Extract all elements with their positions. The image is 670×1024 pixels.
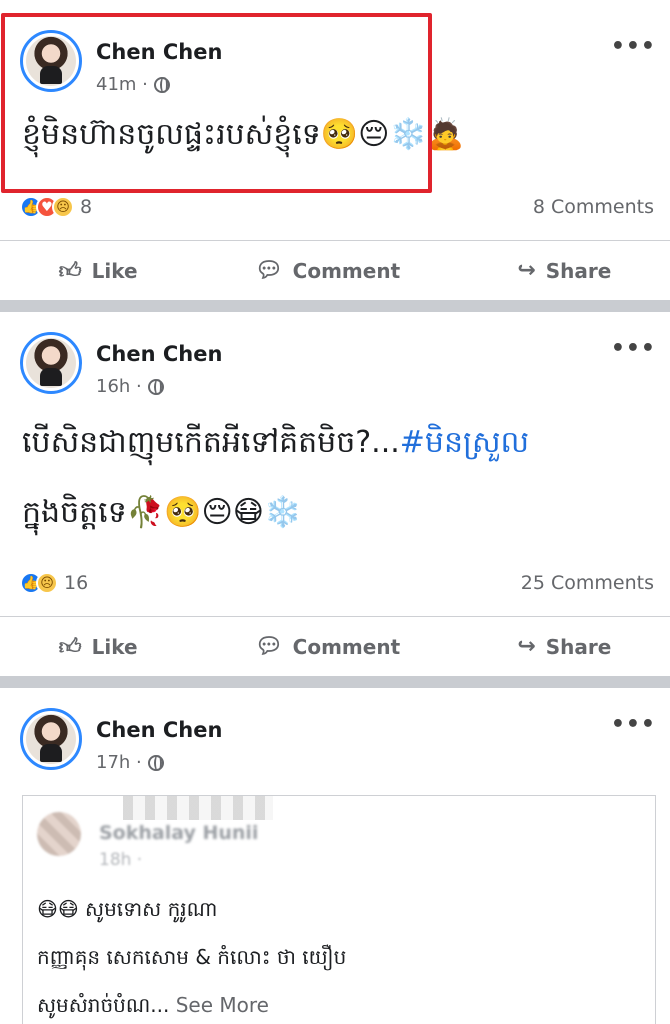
pixelated-censor bbox=[123, 796, 273, 820]
post-author[interactable]: Chen Chen bbox=[96, 718, 222, 742]
post-text-body: បើសិនជាញុមកើតអីទៅគិតមិច?... bbox=[22, 425, 400, 460]
comment-bubble-icon: 💬︎ bbox=[254, 634, 283, 659]
more-options-icon[interactable]: ••• bbox=[611, 336, 656, 361]
post-meta: 16h · bbox=[96, 376, 164, 397]
shared-text-line-2: កញ្ញាគុន សេកសោម & កំលោះ ថា យឿប bbox=[37, 945, 347, 969]
post-author[interactable]: Chen Chen bbox=[96, 342, 222, 366]
hashtag-link[interactable]: #មិនស្រួល bbox=[400, 425, 529, 460]
thumbs-up-icon: 👍︎ bbox=[58, 635, 82, 660]
sad-reaction-icon: ☹ bbox=[52, 196, 74, 218]
shared-avatar[interactable] bbox=[37, 812, 81, 856]
reactions[interactable]: 👍 ♥ ☹ 8 bbox=[20, 196, 92, 218]
shared-text-line-3-body: សូមសំរាច់បំណ... bbox=[37, 993, 170, 1017]
avatar[interactable] bbox=[20, 332, 82, 394]
post-1: Chen Chen 41m · ••• ខ្ញុំមិនហ៊ានចូលផ្ទះរ… bbox=[0, 0, 670, 300]
post-actions: 👍︎ Like 💬︎ Comment ↪ Share bbox=[0, 616, 670, 676]
post-separator bbox=[0, 300, 670, 312]
sad-reaction-icon: ☹ bbox=[36, 572, 58, 594]
post-2: Chen Chen 16h · ••• បើសិនជាញុមកើតអីទៅគិត… bbox=[0, 312, 670, 676]
shared-post[interactable]: Sokhalay Hunii 18h · 😷😷 សូមទោស កូរូណា កញ… bbox=[22, 795, 656, 1024]
comment-bubble-icon: 💬︎ bbox=[254, 258, 283, 283]
thumbs-up-icon: 👍︎ bbox=[58, 259, 82, 284]
comment-button[interactable]: 💬︎ Comment bbox=[255, 258, 400, 283]
post-time[interactable]: 16h · bbox=[96, 376, 142, 397]
reaction-count: 16 bbox=[64, 572, 89, 594]
avatar[interactable] bbox=[20, 708, 82, 770]
share-button[interactable]: ↪ Share bbox=[517, 258, 611, 283]
globe-icon bbox=[147, 754, 164, 771]
like-label: Like bbox=[91, 634, 138, 659]
globe-icon bbox=[147, 378, 164, 395]
shared-time: 18h · bbox=[99, 850, 143, 870]
comment-label: Comment bbox=[292, 258, 401, 283]
more-options-icon[interactable]: ••• bbox=[611, 34, 656, 59]
comments-count[interactable]: 25 Comments bbox=[521, 572, 654, 594]
post-meta: 17h · bbox=[96, 752, 164, 773]
post-text: បើសិនជាញុមកើតអីទៅគិតមិច?...#មិនស្រួល ក្ន… bbox=[22, 408, 650, 548]
comment-button[interactable]: 💬︎ Comment bbox=[255, 634, 400, 659]
comment-label: Comment bbox=[292, 634, 401, 659]
comments-count[interactable]: 8 Comments bbox=[533, 196, 654, 218]
reactions[interactable]: 👍 ☹ 16 bbox=[20, 572, 88, 594]
post-separator bbox=[0, 676, 670, 688]
like-label: Like bbox=[91, 258, 138, 283]
post-text-line-2: ក្នុងចិត្តទេ🥀🥺😔😷❄️ bbox=[22, 495, 302, 530]
post-actions: 👍︎ Like 💬︎ Comment ↪ Share bbox=[0, 240, 670, 300]
reaction-count: 8 bbox=[80, 196, 93, 218]
shared-text-line-1: 😷😷 សូមទោស កូរូណា bbox=[37, 897, 218, 921]
share-arrow-icon: ↪ bbox=[517, 634, 536, 659]
like-button[interactable]: 👍︎ Like bbox=[58, 633, 138, 661]
share-label: Share bbox=[545, 634, 612, 659]
shared-text-line-3: សូមសំរាច់បំណ... See More bbox=[37, 992, 269, 1022]
share-label: Share bbox=[545, 258, 612, 283]
share-arrow-icon: ↪ bbox=[517, 258, 536, 283]
post-text-line-1: បើសិនជាញុមកើតអីទៅគិតមិច?...#មិនស្រួល bbox=[22, 408, 650, 478]
highlight-box bbox=[1, 13, 432, 193]
see-more-link[interactable]: See More bbox=[176, 993, 269, 1017]
shared-author[interactable]: Sokhalay Hunii bbox=[99, 822, 258, 844]
more-options-icon[interactable]: ••• bbox=[611, 712, 656, 737]
post-time[interactable]: 17h · bbox=[96, 752, 142, 773]
share-button[interactable]: ↪ Share bbox=[517, 634, 611, 659]
like-button[interactable]: 👍︎ Like bbox=[58, 257, 138, 285]
